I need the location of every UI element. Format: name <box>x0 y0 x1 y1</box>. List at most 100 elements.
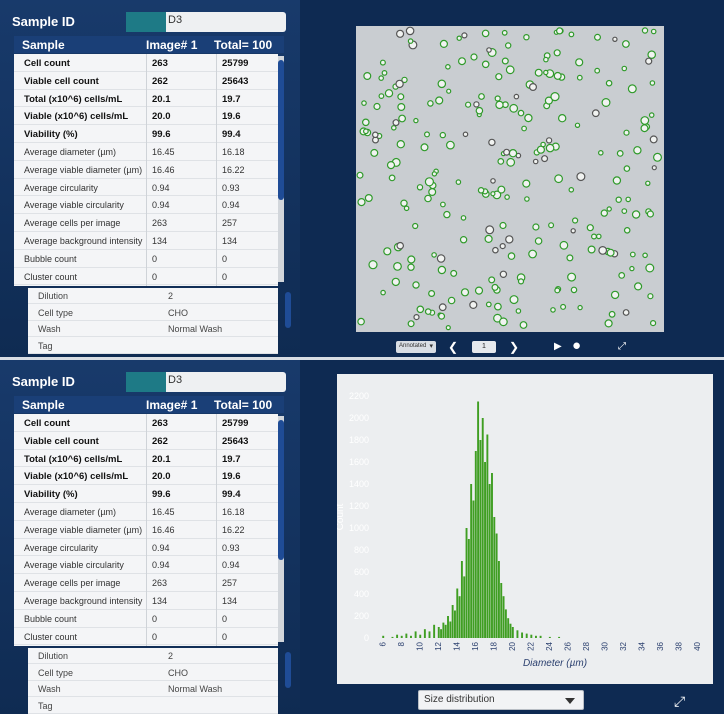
row-label: Total (x10^6) cells/mL <box>24 453 123 465</box>
x-tick-label: 32 <box>619 641 628 650</box>
row-label: Viable (x10^6) cells/mL <box>24 471 129 483</box>
info-row: Cell type CHO <box>28 305 278 321</box>
x-tick-label: 24 <box>545 641 554 650</box>
circle-icon[interactable]: ● <box>572 338 581 353</box>
cell-marker <box>395 79 404 89</box>
cell-marker <box>501 29 508 36</box>
col-image: Image# 1 <box>146 38 198 52</box>
histogram-bar <box>472 500 475 638</box>
x-tick-label: 14 <box>452 641 461 650</box>
chevron-left-icon[interactable]: ❮ <box>448 340 458 354</box>
cell-marker <box>373 102 381 111</box>
cell-marker <box>445 63 451 70</box>
info-value: 2 <box>168 291 174 301</box>
cell-marker <box>485 301 492 308</box>
row-label: Average circularity <box>24 542 98 553</box>
histogram-bar <box>488 484 491 638</box>
cell-marker <box>534 68 543 77</box>
row-image-value: 16.46 <box>152 164 175 175</box>
cell-marker <box>591 233 598 240</box>
sample-id-field[interactable]: D3 <box>126 12 286 32</box>
cell-marker <box>501 57 509 65</box>
histogram-bar <box>479 440 482 638</box>
scroll-thumb[interactable] <box>278 60 284 200</box>
x-tick-label: 20 <box>508 641 517 650</box>
row-total-value: 16.22 <box>222 524 245 535</box>
page-select[interactable]: 1 <box>472 341 496 353</box>
cell-marker <box>572 217 579 224</box>
cell-marker <box>364 194 373 203</box>
cell-marker <box>503 148 511 156</box>
row-label: Average background intensity <box>24 236 143 246</box>
cell-marker <box>424 308 432 315</box>
cell-marker <box>623 165 631 172</box>
cell-marker <box>357 317 365 326</box>
cell-marker <box>499 270 508 278</box>
col-total: Total= 100 <box>214 38 273 52</box>
row-total-value: 25799 <box>222 58 249 69</box>
results-scrollbar[interactable] <box>278 56 284 282</box>
cell-marker <box>416 184 424 191</box>
cell-marker <box>396 139 406 149</box>
sample-id-label: Sample ID <box>12 14 75 29</box>
expand-icon[interactable]: ⤢ <box>674 693 685 710</box>
cell-marker <box>431 252 437 258</box>
cell-marker <box>606 206 612 212</box>
row-image-value: 0.94 <box>152 182 170 193</box>
info-label: Tag <box>38 340 53 351</box>
cell-marker <box>622 40 630 48</box>
info-row: Wash Normal Wash <box>28 681 278 697</box>
cell-marker <box>534 237 543 245</box>
row-label: Average viable diameter (µm) <box>24 164 143 175</box>
column-divider <box>216 54 217 286</box>
info-label: Wash <box>38 324 61 334</box>
image-type-select[interactable]: Annotated ▾ <box>396 341 436 353</box>
chart-view-select[interactable]: Size distribution <box>418 690 584 710</box>
info-label: Tag <box>38 700 53 711</box>
row-total-value: 0 <box>222 271 228 282</box>
row-total-value: 19.6 <box>222 111 241 123</box>
cell-marker <box>554 287 561 294</box>
cell-marker <box>604 319 613 328</box>
cell-marker <box>557 113 567 123</box>
cell-marker <box>498 317 508 327</box>
row-label: Cluster count <box>24 631 78 642</box>
cell-marker <box>553 71 562 80</box>
dropdown-caret-icon <box>565 698 575 704</box>
row-label: Bubble count <box>24 613 77 624</box>
histogram-bar <box>454 610 456 638</box>
cell-marker <box>390 125 397 131</box>
histogram-bar <box>548 636 551 638</box>
cell-image[interactable] <box>356 26 664 332</box>
col-total: Total= 100 <box>214 398 273 412</box>
histogram-bar <box>558 636 561 638</box>
chevron-right-icon[interactable]: ❯ <box>509 340 519 354</box>
cell-marker <box>461 32 468 39</box>
cell-marker <box>407 255 416 264</box>
cell-marker <box>438 303 447 312</box>
histogram-bar <box>396 634 399 638</box>
scroll-thumb[interactable] <box>278 420 284 560</box>
histogram-bar <box>486 434 489 638</box>
results-panel: Sample ID D3 Sample Image# 1 Total= 100 … <box>0 360 300 714</box>
results-scrollbar[interactable] <box>278 416 284 642</box>
expand-icon[interactable]: ⤢ <box>618 340 626 354</box>
cell-marker <box>403 205 410 212</box>
cell-marker <box>606 248 615 257</box>
sample-info-table: Dilution 2 Cell type CHO Wash Normal Wash Tag <box>28 288 278 354</box>
cell-marker <box>488 276 496 284</box>
info-scrollbar[interactable] <box>285 652 291 688</box>
histogram-bar <box>495 533 498 638</box>
cell-marker <box>640 116 650 125</box>
cell-marker <box>625 196 632 203</box>
cell-marker <box>574 122 581 129</box>
cell-marker <box>550 91 560 102</box>
cell-marker <box>384 89 394 98</box>
play-icon[interactable]: ▶ <box>554 340 562 354</box>
histogram-bar <box>467 539 470 638</box>
sample-id-field[interactable]: D3 <box>126 372 286 392</box>
cell-marker <box>566 254 574 262</box>
info-scrollbar[interactable] <box>285 292 291 328</box>
y-tick-label: 1600 <box>349 457 369 467</box>
row-label: Viable cell count <box>24 435 99 447</box>
